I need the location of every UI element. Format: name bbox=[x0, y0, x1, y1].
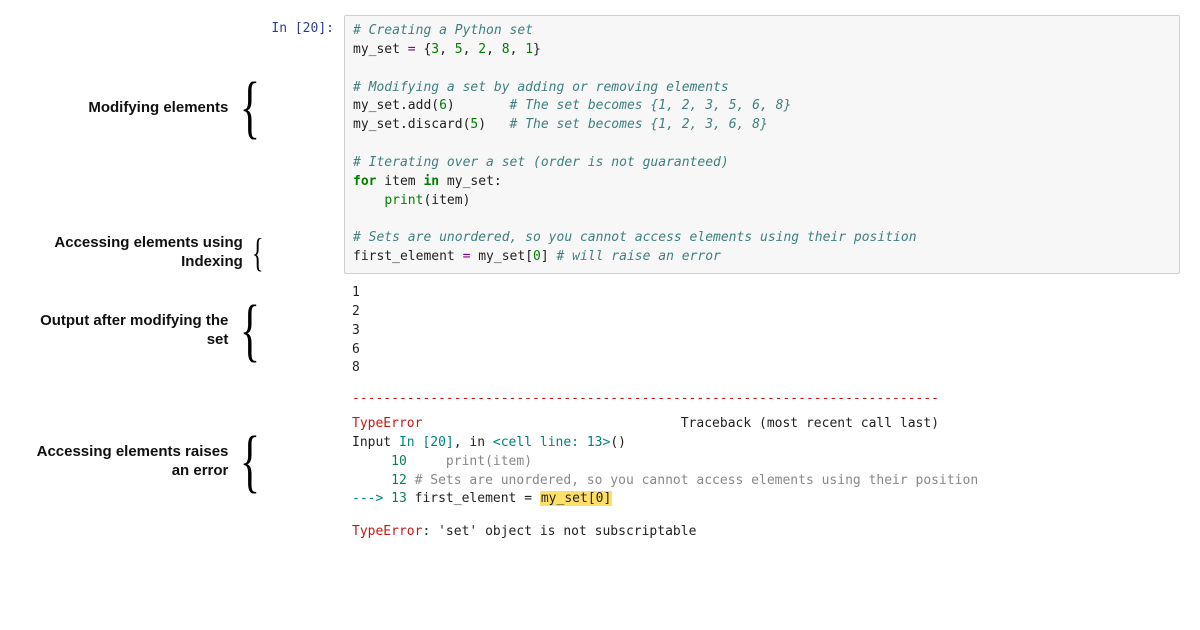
traceback-lineno-pad bbox=[352, 454, 391, 469]
traceback-final-row: TypeError: 'set' object is not subscript… bbox=[20, 519, 1180, 548]
cell-prompt: In [20]: bbox=[270, 15, 344, 36]
output-line: 8 bbox=[352, 360, 360, 375]
traceback-area: TypeError Traceback (most recent call la… bbox=[344, 409, 1180, 515]
code-text: (item) bbox=[423, 193, 470, 208]
code-text: my_set.add( bbox=[353, 98, 439, 113]
brace-icon: { bbox=[237, 296, 262, 366]
traceback-separator: ----------------------------------------… bbox=[352, 391, 939, 406]
label-modifying: Modifying elements bbox=[88, 99, 228, 118]
output-line: 1 bbox=[352, 285, 360, 300]
code-text: , bbox=[463, 42, 479, 57]
error-type: TypeError bbox=[352, 416, 422, 431]
traceback-line: first_element = bbox=[407, 491, 540, 506]
code-number: 2 bbox=[478, 42, 486, 57]
output-area: 1 2 3 6 8 bbox=[344, 278, 1180, 384]
traceback-highlight: my_set[0] bbox=[540, 491, 612, 506]
code-number: 0 bbox=[533, 249, 541, 264]
error-type: TypeError bbox=[352, 524, 422, 539]
brace-icon: { bbox=[248, 233, 264, 273]
code-comment: # Modifying a set by adding or removing … bbox=[353, 80, 729, 95]
traceback-text: ] bbox=[603, 491, 611, 506]
code-text: item bbox=[376, 174, 423, 189]
traceback-text: () bbox=[610, 435, 626, 450]
label-error: Accessing elements raises an error bbox=[20, 443, 228, 481]
code-text: { bbox=[416, 42, 432, 57]
output-row: Output after modifying the set { 1 2 3 6… bbox=[20, 278, 1180, 384]
notebook-page: Modifying elements { Accessing elements … bbox=[20, 15, 1180, 548]
code-comment: # Sets are unordered, so you cannot acce… bbox=[353, 230, 917, 245]
error-message: 'set' object is not subscriptable bbox=[438, 524, 696, 539]
code-text bbox=[353, 193, 384, 208]
traceback-lineno: 13 bbox=[391, 491, 407, 506]
code-comment: # Iterating over a set (order is not gua… bbox=[353, 155, 729, 170]
code-text: my_set bbox=[353, 42, 408, 57]
output-line: 2 bbox=[352, 304, 360, 319]
traceback-lineno-pad bbox=[352, 473, 391, 488]
code-op: = bbox=[408, 42, 416, 57]
code-number: 6 bbox=[439, 98, 447, 113]
traceback-pad bbox=[422, 416, 680, 431]
traceback-row: Accessing elements raises an error { Typ… bbox=[20, 409, 1180, 515]
code-comment: # will raise an error bbox=[557, 249, 721, 264]
code-comment: # The set becomes {1, 2, 3, 5, 6, 8} bbox=[510, 98, 792, 113]
code-text: my_set: bbox=[439, 174, 502, 189]
code-builtin: print bbox=[384, 193, 423, 208]
code-number: 8 bbox=[502, 42, 510, 57]
traceback-cellline: <cell line: 13> bbox=[493, 435, 610, 450]
traceback-lineno: 12 bbox=[391, 473, 407, 488]
code-text: } bbox=[533, 42, 541, 57]
code-text: ) bbox=[447, 98, 510, 113]
code-text: , bbox=[439, 42, 455, 57]
traceback-dashes-row: ----------------------------------------… bbox=[20, 390, 1180, 409]
code-input-area[interactable]: # Creating a Python set my_set = {3, 5, … bbox=[344, 15, 1180, 274]
label-indexing: Accessing elements using Indexing bbox=[20, 234, 243, 272]
code-keyword: for bbox=[353, 174, 376, 189]
brace-icon: { bbox=[237, 73, 262, 143]
traceback-line: # Sets are unordered, so you cannot acce… bbox=[407, 473, 978, 488]
traceback-text: : bbox=[422, 524, 438, 539]
traceback-lineno: 10 bbox=[391, 454, 407, 469]
code-comment: # The set becomes {1, 2, 3, 6, 8} bbox=[510, 117, 768, 132]
code-text: , bbox=[510, 42, 526, 57]
traceback-arrow: ---> bbox=[352, 491, 391, 506]
input-cell-row: Modifying elements { Accessing elements … bbox=[20, 15, 1180, 274]
code-number: 3 bbox=[431, 42, 439, 57]
traceback-text: , in bbox=[454, 435, 493, 450]
code-text: ) bbox=[478, 117, 509, 132]
code-text: my_set[ bbox=[470, 249, 533, 264]
traceback-text: Input bbox=[352, 435, 399, 450]
traceback-head: Traceback (most recent call last) bbox=[681, 416, 939, 431]
code-text: first_element bbox=[353, 249, 463, 264]
code-text: my_set.discard( bbox=[353, 117, 470, 132]
code-keyword: in bbox=[423, 174, 439, 189]
code-comment: # Creating a Python set bbox=[353, 23, 533, 38]
code-text: , bbox=[486, 42, 502, 57]
traceback-text: my_set[ bbox=[541, 491, 596, 506]
output-line: 6 bbox=[352, 342, 360, 357]
code-number: 1 bbox=[525, 42, 533, 57]
output-line: 3 bbox=[352, 323, 360, 338]
code-text: ] bbox=[541, 249, 557, 264]
code-number: 5 bbox=[455, 42, 463, 57]
traceback-line: print(item) bbox=[407, 454, 532, 469]
traceback-cellref: In [20] bbox=[399, 435, 454, 450]
label-output: Output after modifying the set bbox=[20, 312, 228, 350]
brace-icon: { bbox=[237, 427, 262, 497]
